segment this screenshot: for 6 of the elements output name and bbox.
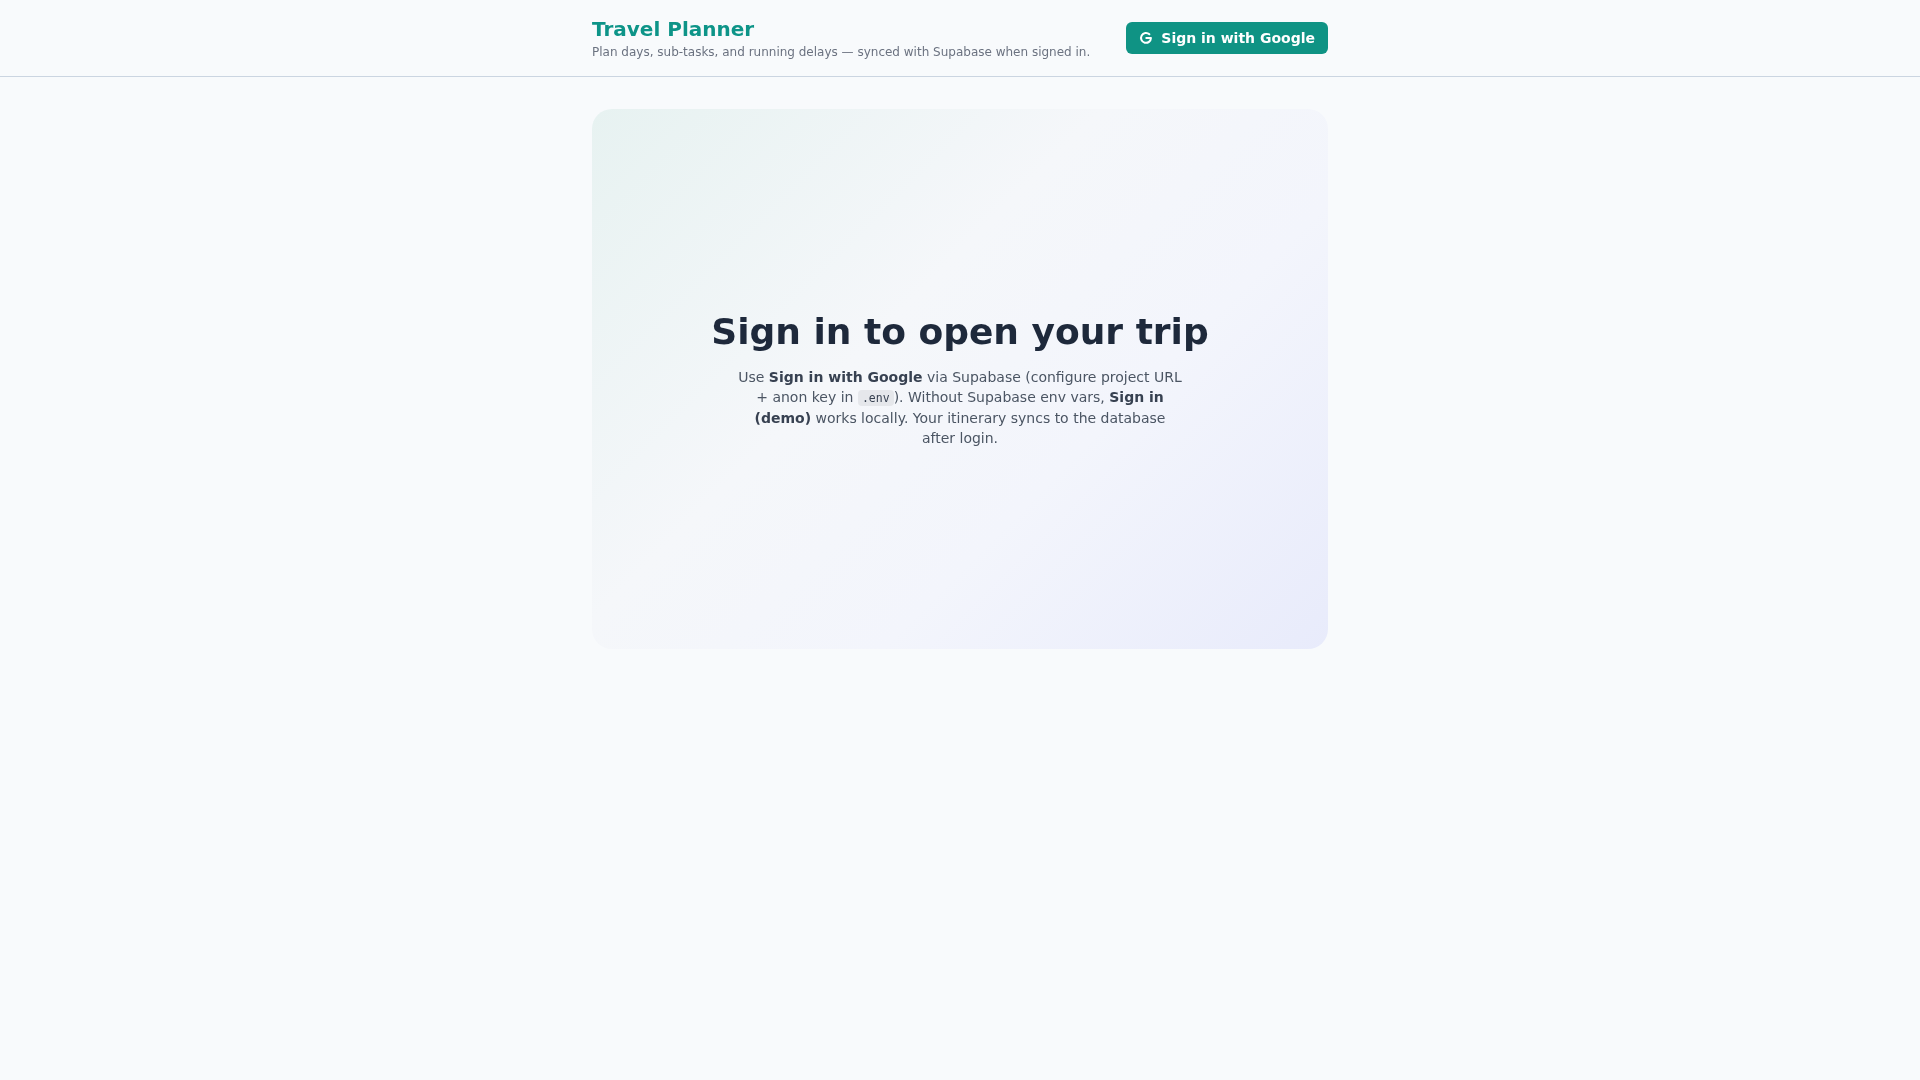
app-title: Travel Planner: [592, 16, 756, 41]
card-message: Use Sign in with Google via Supabase (configure project URL + anon key in .env ). Without Supabase env vars, Sign in (demo) works locally. Your itinerary syncs to the database after login.: [737, 368, 1183, 448]
sign-in-with-google-button[interactable]: Sign in with Google: [1126, 22, 1328, 54]
app-subtitle: Plan days, sub-tasks, and running delays — synced with Supabase when signed in.: [592, 43, 1091, 60]
google-g-icon: [1139, 31, 1154, 45]
card-heading: Sign in to open your trip: [711, 310, 1209, 354]
